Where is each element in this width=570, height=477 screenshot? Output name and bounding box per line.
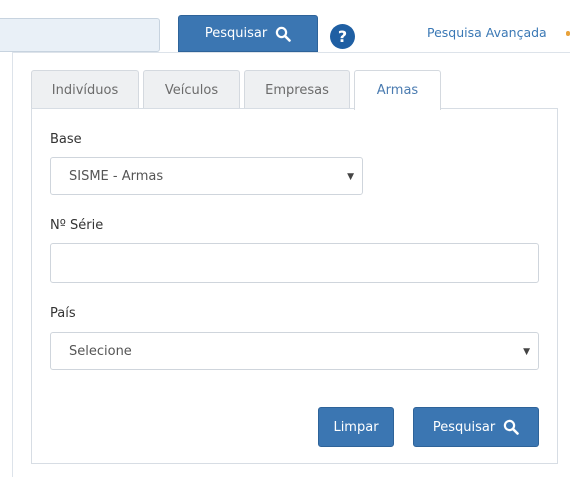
serie-label: Nº Série xyxy=(50,218,104,233)
search-button-label: Pesquisar xyxy=(432,419,496,435)
pais-select[interactable]: Selecione ▼ xyxy=(50,332,539,370)
clear-button-label: Limpar xyxy=(333,419,379,435)
base-label: Base xyxy=(50,132,82,147)
help-icon-glyph: ? xyxy=(337,27,348,46)
tab-armas[interactable]: Armas xyxy=(354,70,441,110)
search-button[interactable]: Pesquisar xyxy=(413,407,539,447)
chevron-down-icon: ▼ xyxy=(347,172,354,182)
search-icon xyxy=(275,26,291,42)
search-tabs: Indivíduos Veículos Empresas Armas xyxy=(31,70,441,110)
tab-empresas[interactable]: Empresas xyxy=(244,70,350,109)
chevron-down-icon: ▼ xyxy=(523,347,530,357)
top-search-button[interactable]: Pesquisar xyxy=(178,15,318,52)
search-icon xyxy=(503,419,519,435)
advanced-search-marker xyxy=(566,31,570,36)
clear-button[interactable]: Limpar xyxy=(318,407,394,447)
base-select-value: SISME - Armas xyxy=(69,168,164,184)
base-select[interactable]: SISME - Armas ▼ xyxy=(50,157,363,195)
serie-input[interactable] xyxy=(50,243,539,283)
quick-search-input[interactable] xyxy=(0,18,160,52)
top-search-label: Pesquisar xyxy=(204,26,268,41)
pais-select-value: Selecione xyxy=(69,343,132,359)
advanced-search-link[interactable]: Pesquisa Avançada xyxy=(427,25,547,40)
tab-veiculos[interactable]: Veículos xyxy=(143,70,240,109)
tab-individuos[interactable]: Indivíduos xyxy=(31,70,139,109)
pais-label: País xyxy=(50,306,76,321)
help-icon[interactable]: ? xyxy=(330,24,355,49)
